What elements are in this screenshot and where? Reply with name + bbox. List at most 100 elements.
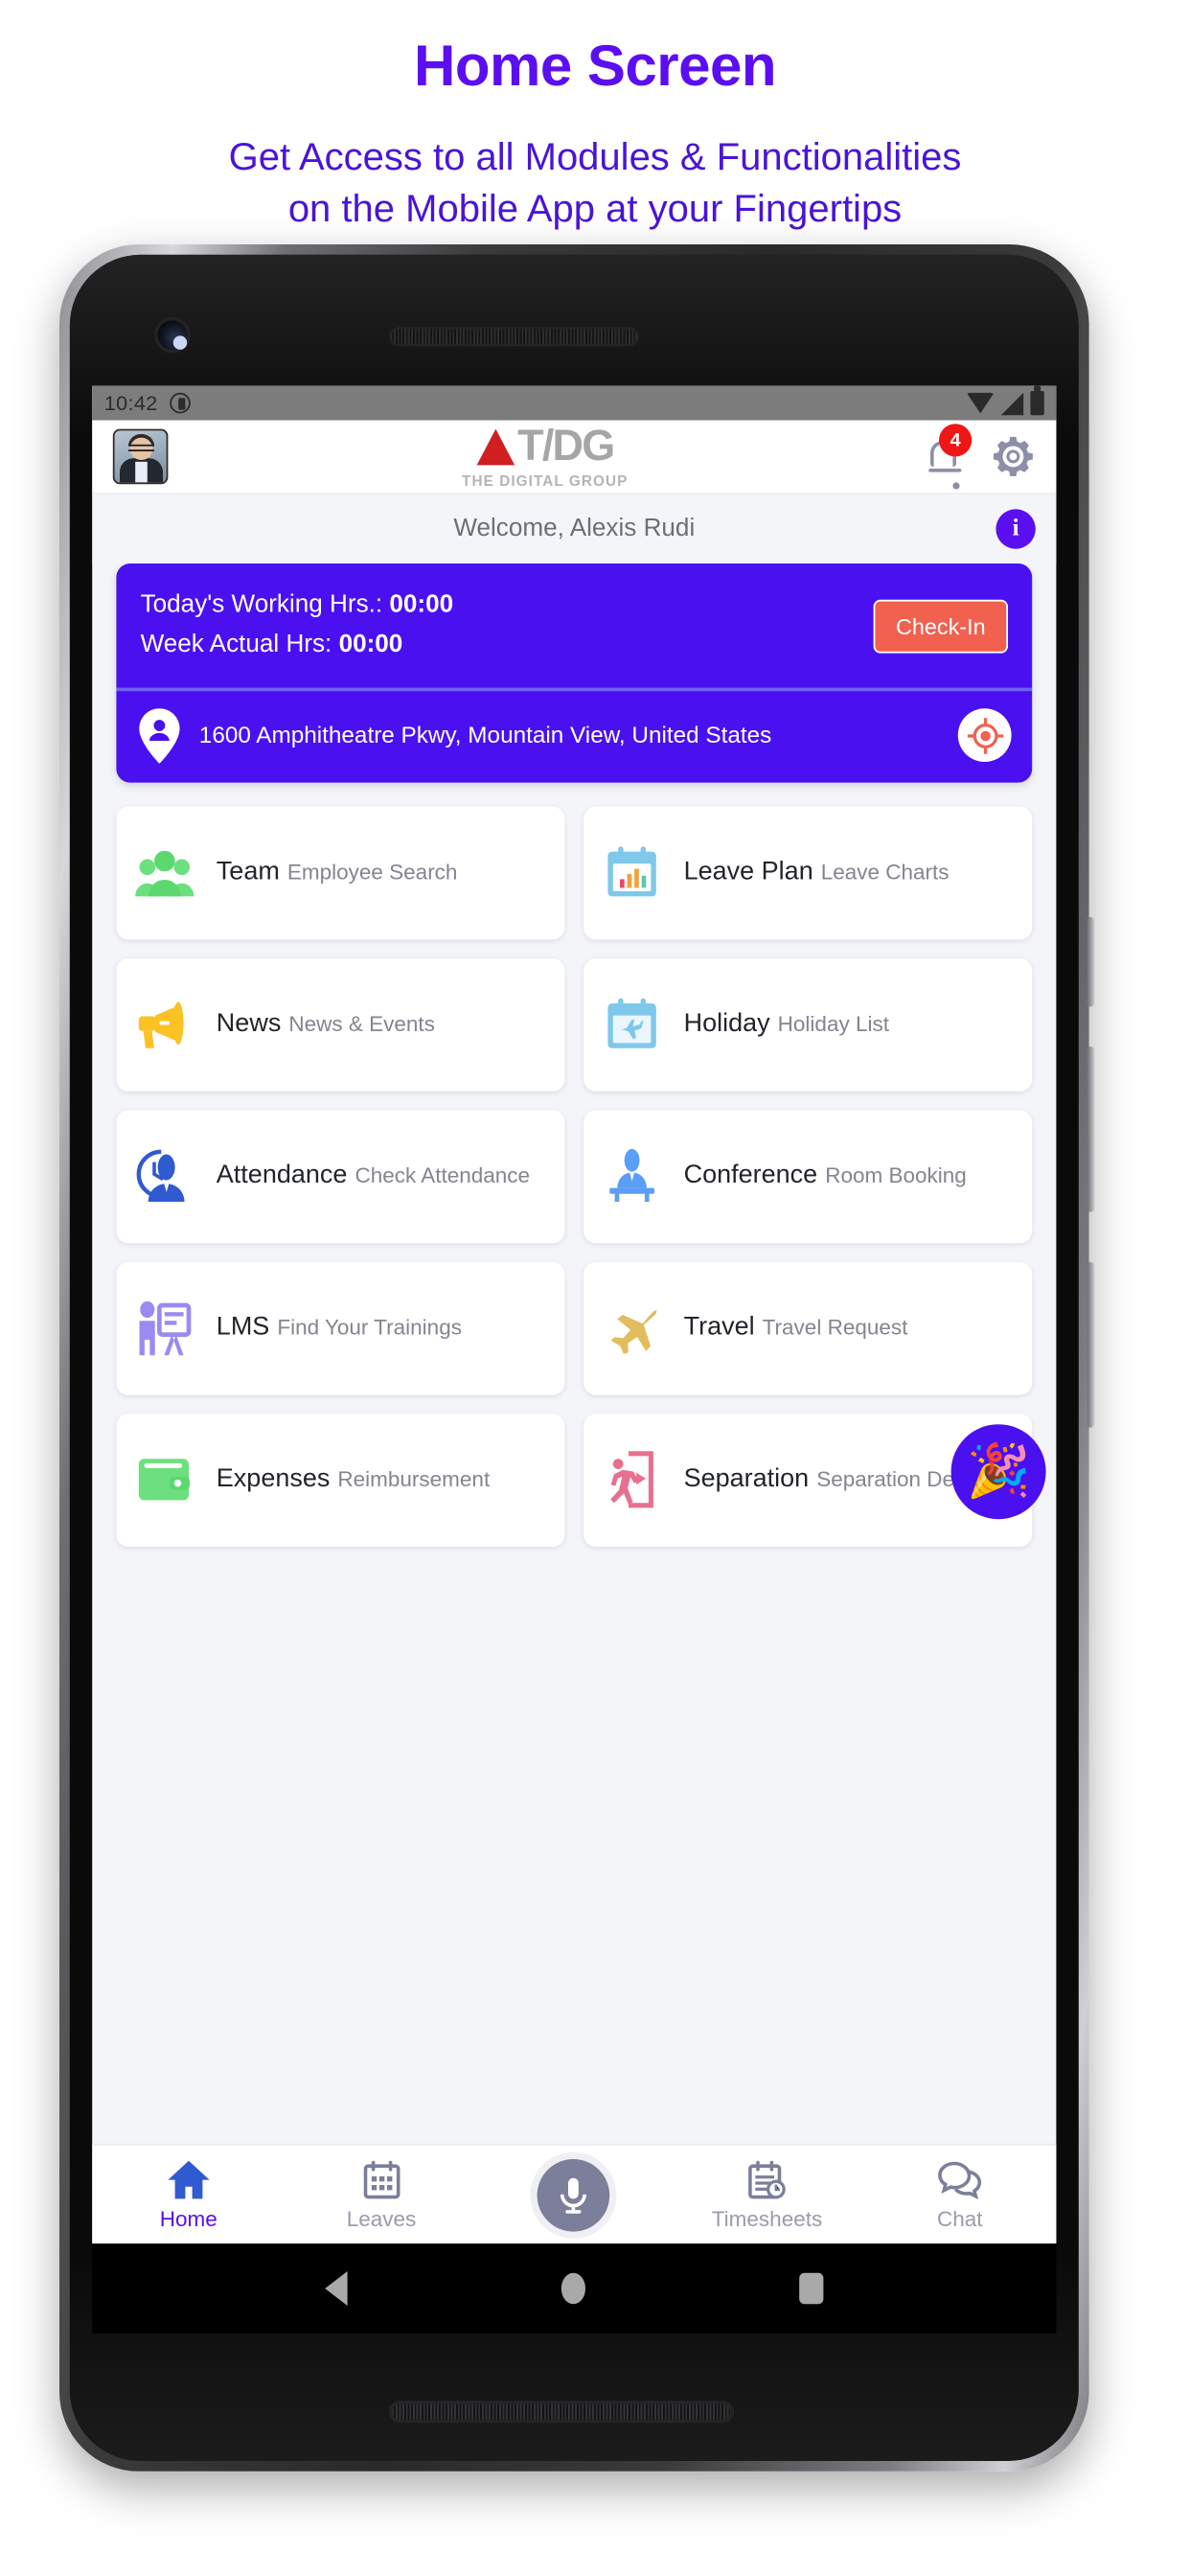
nav-item-timesheets[interactable]: Timesheets — [671, 2146, 863, 2244]
module-title: LMS — [216, 1312, 270, 1343]
week-actual-hours-label: Week Actual Hrs: — [140, 631, 332, 659]
module-card-team[interactable]: Team Employee Search — [116, 806, 565, 940]
week-actual-hours: Week Actual Hrs: 00:00 — [141, 626, 874, 666]
module-title: Conference — [683, 1161, 818, 1190]
avatar-shirt — [135, 461, 148, 483]
info-icon[interactable]: i — [995, 509, 1036, 549]
module-subtitle: News & Events — [288, 1012, 435, 1037]
working-hours-card: Today's Working Hrs.: 00:00 Week Actual … — [116, 564, 1033, 783]
android-navigation-bar — [92, 2243, 1057, 2334]
module-subtitle: Holiday List — [777, 1012, 889, 1037]
location-pin-icon — [137, 707, 182, 764]
signal-icon — [1000, 391, 1024, 415]
module-title: Team — [216, 857, 280, 887]
nav-item-chat[interactable]: Chat — [863, 2146, 1056, 2244]
celebration-badge[interactable]: 🎉 — [950, 1423, 1046, 1519]
home-key[interactable] — [561, 2272, 585, 2305]
app-logo: T/DG THE DIGITAL GROUP — [168, 424, 922, 489]
app-screen: 10:42 T/DG THE DIGITAL GROUP 4 Welcome, … — [92, 385, 1057, 2244]
recents-key[interactable] — [799, 2272, 824, 2305]
app-bar: T/DG THE DIGITAL GROUP 4 — [92, 420, 1057, 494]
today-working-hours-label: Today's Working Hrs.: — [140, 590, 383, 619]
timesheet-icon — [748, 2159, 787, 2198]
leave-chart-icon — [601, 841, 663, 904]
card-divider — [116, 688, 1033, 691]
megaphone-icon — [133, 994, 195, 1056]
notification-badge: 4 — [939, 424, 973, 457]
phone-side-button-3 — [1087, 1262, 1094, 1428]
module-title: Expenses — [216, 1464, 331, 1494]
logo-triangle-icon — [475, 427, 515, 465]
module-card-attendance[interactable]: Attendance Check Attendance — [116, 1110, 565, 1243]
page-title: Home Screen — [414, 34, 777, 98]
module-title: Separation — [683, 1464, 810, 1494]
module-title: Leave Plan — [683, 857, 813, 887]
nav-label: Leaves — [346, 2206, 417, 2231]
back-key[interactable] — [325, 2271, 348, 2306]
settings-button[interactable] — [991, 434, 1036, 479]
holiday-plane-icon — [601, 994, 663, 1056]
gear-icon — [993, 436, 1033, 476]
travel-plane-icon — [601, 1298, 663, 1360]
welcome-text: Welcome, Alexis Rudi — [453, 515, 696, 543]
front-camera-icon — [154, 316, 191, 354]
nav-item-leaves[interactable]: Leaves — [285, 2146, 477, 2244]
phone-screen-bezel: 10:42 T/DG THE DIGITAL GROUP 4 Welcome, … — [69, 254, 1079, 2461]
check-in-button[interactable]: Check-In — [873, 599, 1008, 654]
module-card-lms[interactable]: LMS Find Your Trainings — [116, 1261, 565, 1395]
module-card-news[interactable]: News News & Events — [116, 957, 565, 1092]
lms-board-icon — [133, 1298, 195, 1360]
location-row: 1600 Amphitheatre Pkwy, Mountain View, U… — [116, 691, 1032, 782]
welcome-row: Welcome, Alexis Rudi i — [92, 494, 1057, 564]
module-title: Attendance — [216, 1161, 348, 1190]
module-subtitle: Travel Request — [762, 1316, 908, 1341]
nav-item-home[interactable]: Home — [92, 2146, 285, 2244]
status-bar: 10:42 — [92, 385, 1057, 421]
page-subtitle: Get Access to all Modules & Functionalit… — [0, 131, 1190, 235]
microphone-icon — [561, 2176, 587, 2213]
dnd-icon — [170, 392, 191, 414]
status-bar-icons — [966, 385, 1044, 416]
avatar[interactable] — [112, 428, 169, 485]
team-icon — [133, 841, 195, 904]
module-subtitle: Leave Charts — [820, 861, 950, 886]
module-card-travel[interactable]: Travel Travel Request — [584, 1261, 1033, 1395]
nav-label: Chat — [936, 2206, 983, 2231]
wallet-icon — [133, 1449, 195, 1511]
module-subtitle: Reimbursement — [337, 1467, 491, 1492]
module-title: Travel — [683, 1312, 755, 1343]
conference-icon — [601, 1145, 663, 1208]
nav-label: Home — [159, 2206, 217, 2231]
module-card-conference[interactable]: Conference Room Booking — [584, 1110, 1033, 1243]
exit-door-icon — [601, 1449, 663, 1511]
status-bar-time: 10:42 — [103, 391, 158, 416]
logo-tagline: THE DIGITAL GROUP — [462, 471, 629, 489]
module-subtitle: Check Attendance — [355, 1163, 531, 1189]
today-working-hours-value: 00:00 — [389, 590, 454, 619]
module-title: Holiday — [683, 1008, 770, 1039]
nav-item-voice[interactable] — [478, 2146, 671, 2244]
microphone-button[interactable] — [538, 2158, 611, 2231]
working-hours-row: Today's Working Hrs.: 00:00 Week Actual … — [116, 564, 1032, 688]
module-card-holiday[interactable]: Holiday Holiday List — [584, 957, 1033, 1092]
avatar-glasses — [128, 444, 154, 451]
wifi-icon — [966, 392, 995, 414]
week-actual-hours-value: 00:00 — [338, 631, 403, 659]
page-subtitle-line2: on the Mobile App at your Fingertips — [287, 188, 903, 230]
module-card-separation[interactable]: Separation Separation Details 🎉 — [584, 1414, 1046, 1547]
module-subtitle: Find Your Trainings — [277, 1316, 462, 1341]
notifications-button[interactable]: 4 — [922, 424, 973, 490]
chat-icon — [938, 2160, 982, 2199]
module-subtitle: Room Booking — [825, 1163, 967, 1189]
gps-target-icon[interactable] — [957, 708, 1012, 763]
home-icon — [168, 2159, 210, 2198]
today-working-hours: Today's Working Hrs.: 00:00 — [141, 586, 874, 626]
app-bar-actions: 4 — [922, 424, 1036, 490]
calendar-icon — [363, 2159, 400, 2198]
promo-header: Home Screen Get Access to all Modules & … — [0, 0, 1190, 235]
module-card-expenses[interactable]: Expenses Reimbursement — [116, 1414, 565, 1547]
module-subtitle: Employee Search — [286, 861, 458, 886]
module-grid: Team Employee Search Leave Plan Leave Ch… — [116, 806, 1046, 1547]
phone-side-button-1 — [1087, 917, 1094, 1007]
module-card-leave-plan[interactable]: Leave Plan Leave Charts — [584, 806, 1033, 940]
